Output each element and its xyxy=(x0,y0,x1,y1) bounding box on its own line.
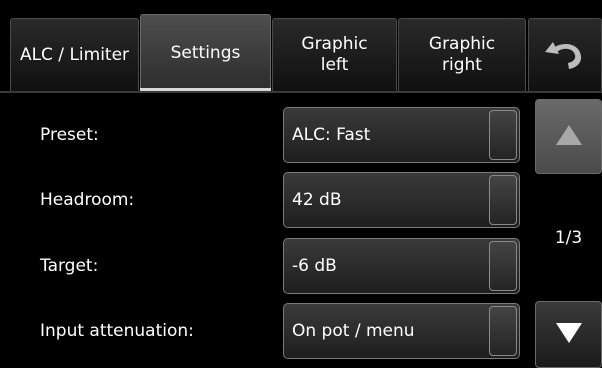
preset-label: Preset: xyxy=(40,125,99,145)
undo-arrow-icon xyxy=(543,36,587,74)
tab-alc-limiter[interactable]: ALC / Limiter xyxy=(10,18,139,91)
input-attenuation-label: Input attenuation: xyxy=(40,321,194,341)
input-attenuation-value: On pot / menu xyxy=(292,321,415,341)
tab-label: Graphic left xyxy=(301,34,368,75)
tab-label: ALC / Limiter xyxy=(19,44,130,65)
headroom-value: 42 dB xyxy=(292,190,342,210)
tab-graphic-left[interactable]: Graphic left xyxy=(272,18,397,91)
triangle-down-icon xyxy=(555,322,583,348)
preset-select[interactable]: ALC: Fast xyxy=(283,107,520,163)
target-label: Target: xyxy=(40,256,99,276)
headroom-dropdown-handle[interactable] xyxy=(489,175,517,225)
tab-bar: ALC / Limiter Settings Graphic left Grap… xyxy=(0,0,602,94)
preset-value: ALC: Fast xyxy=(292,125,371,145)
headroom-label: Headroom: xyxy=(40,190,135,210)
header-divider xyxy=(0,91,602,93)
target-dropdown-handle[interactable] xyxy=(489,241,517,291)
page-indicator: 1/3 xyxy=(554,228,583,248)
target-value: -6 dB xyxy=(292,256,337,276)
preset-dropdown-handle[interactable] xyxy=(489,110,517,160)
tab-settings[interactable]: Settings xyxy=(140,14,271,91)
scroll-up-button[interactable] xyxy=(535,99,602,174)
tab-label: Settings xyxy=(170,42,241,63)
tab-label: Graphic right xyxy=(428,34,496,75)
scroll-down-button[interactable] xyxy=(535,301,602,368)
input-attenuation-dropdown-handle[interactable] xyxy=(489,306,517,356)
input-attenuation-select[interactable]: On pot / menu xyxy=(283,303,520,359)
target-select[interactable]: -6 dB xyxy=(283,238,520,294)
tab-graphic-right[interactable]: Graphic right xyxy=(398,18,526,91)
triangle-up-icon xyxy=(555,124,583,150)
back-button[interactable] xyxy=(528,18,602,91)
headroom-select[interactable]: 42 dB xyxy=(283,172,520,228)
